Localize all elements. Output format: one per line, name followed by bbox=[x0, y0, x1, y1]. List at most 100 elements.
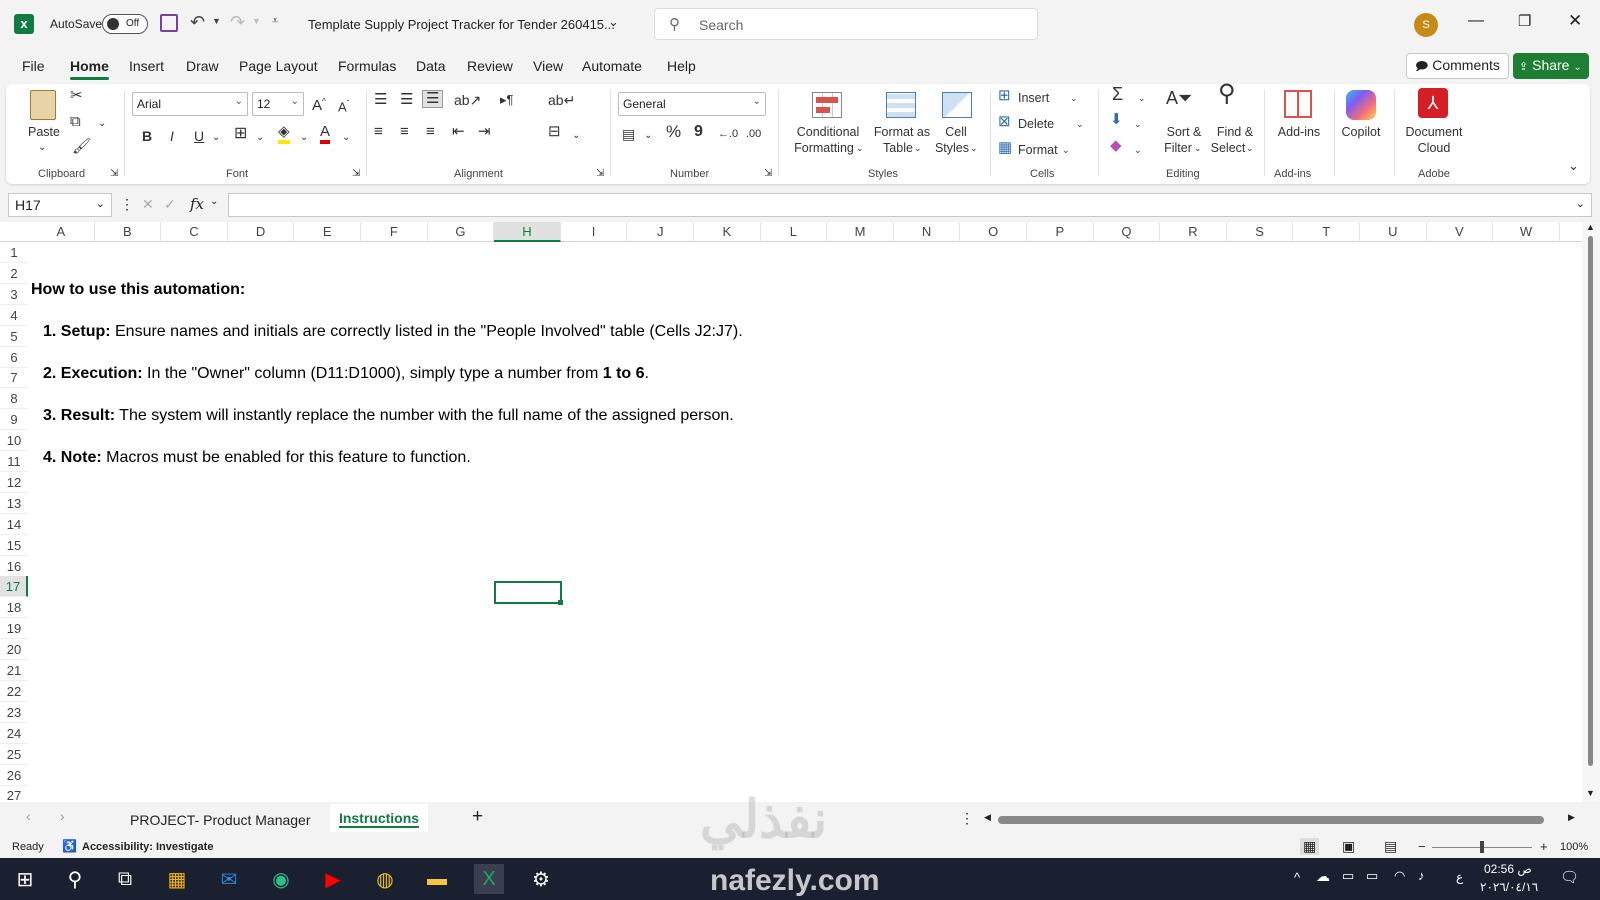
confirm-entry-icon[interactable]: ✓ bbox=[164, 196, 176, 213]
row-header-25[interactable]: 25 bbox=[0, 744, 28, 765]
tab-file[interactable]: File bbox=[22, 58, 45, 74]
column-header-e[interactable]: E bbox=[294, 222, 361, 242]
copy-chevron-icon[interactable]: ⌄ bbox=[98, 116, 106, 132]
increase-font-icon[interactable]: A^ bbox=[312, 94, 326, 114]
tab-review[interactable]: Review bbox=[467, 58, 513, 74]
windows-start-icon[interactable]: ⊞ bbox=[10, 864, 40, 894]
find-select-label-1[interactable]: Find & bbox=[1210, 124, 1260, 140]
row-header-3[interactable]: 3 bbox=[0, 284, 28, 305]
close-icon[interactable]: ✕ bbox=[1568, 11, 1582, 31]
paste-icon[interactable] bbox=[30, 90, 56, 120]
fx-chevron-icon[interactable]: ⌄ bbox=[210, 196, 218, 207]
paste-chevron-icon[interactable]: ⌄ bbox=[38, 140, 46, 156]
sort-filter-label-2[interactable]: Filter bbox=[1158, 140, 1198, 156]
column-header-m[interactable]: M bbox=[827, 222, 894, 242]
worksheet-grid[interactable]: ABCDEFGHIJKLMNOPQRSTUVW 1 2 3 4 5 6 7 8 9 10 11 12 1… bbox=[0, 222, 1600, 802]
fill-handle[interactable] bbox=[558, 600, 563, 605]
font-name-select[interactable]: Arial ⌄ bbox=[132, 92, 248, 116]
merge-chevron-icon[interactable]: ⌄ bbox=[572, 128, 580, 144]
sheet-options-icon[interactable]: ⋮ bbox=[960, 810, 974, 827]
cell-styles-label-1[interactable]: Cell bbox=[936, 124, 976, 140]
collapse-ribbon-icon[interactable]: ⌄ bbox=[1568, 158, 1579, 174]
column-header-o[interactable]: O bbox=[960, 222, 1027, 242]
wrap-text-icon[interactable]: ab↵ bbox=[548, 92, 575, 108]
row-header-13[interactable]: 13 bbox=[0, 493, 28, 514]
name-box[interactable]: H17 ⌄ bbox=[8, 193, 112, 217]
cell-styles-label-2[interactable]: Styles bbox=[932, 140, 972, 156]
page-layout-view-icon[interactable]: ▣ bbox=[1342, 838, 1355, 855]
row-header-18[interactable]: 18 bbox=[0, 597, 28, 619]
taskbar-date[interactable]: ٢٠٢٦/٠٤/١٦ bbox=[1480, 880, 1538, 894]
adobe-pdf-icon[interactable]: ⅄ bbox=[1418, 88, 1448, 118]
addins-icon[interactable] bbox=[1284, 90, 1312, 118]
autosave-toggle[interactable]: Off bbox=[102, 14, 148, 34]
clear-icon[interactable]: ◆ bbox=[1110, 138, 1122, 154]
increase-decimal-icon[interactable]: ←.0 bbox=[718, 126, 738, 142]
decrease-decimal-icon[interactable]: .00 bbox=[746, 126, 761, 142]
row-header-12[interactable]: 12 bbox=[0, 472, 28, 493]
document-cloud-label-1[interactable]: Document bbox=[1404, 124, 1464, 140]
cancel-entry-icon[interactable]: ✕ bbox=[142, 196, 154, 213]
font-size-select[interactable]: 12 ⌄ bbox=[252, 92, 304, 116]
youtube-icon[interactable]: ▶ bbox=[318, 864, 348, 894]
meet-icon[interactable]: ▭ bbox=[1342, 868, 1354, 884]
column-header-n[interactable]: N bbox=[894, 222, 961, 242]
align-bottom-icon[interactable]: ☰ bbox=[422, 90, 444, 108]
tray-chevron-icon[interactable]: ^ bbox=[1294, 870, 1300, 885]
percent-button[interactable]: % bbox=[666, 123, 681, 140]
row-header-22[interactable]: 22 bbox=[0, 681, 28, 702]
row-header-17[interactable]: 17 bbox=[0, 576, 28, 598]
row-header-10[interactable]: 10 bbox=[0, 430, 28, 452]
row-header-8[interactable]: 8 bbox=[0, 388, 28, 410]
file-explorer-icon[interactable]: ▬ bbox=[422, 864, 452, 894]
column-header-t[interactable]: T bbox=[1293, 222, 1360, 242]
underline-chevron-icon[interactable]: ⌄ bbox=[212, 130, 220, 146]
battery-icon[interactable]: ▭ bbox=[1366, 868, 1378, 884]
cell-styles-chevron-icon[interactable]: ⌄ bbox=[970, 140, 978, 156]
decrease-indent-icon[interactable]: ⇤ bbox=[452, 124, 465, 140]
undo-dropdown-icon[interactable]: ▼ bbox=[212, 16, 221, 26]
redo-dropdown-icon[interactable]: ▼ bbox=[252, 16, 261, 26]
share-button[interactable]: ⇪ Share ⌄ bbox=[1513, 53, 1589, 79]
number-format-select[interactable]: General ⌄ bbox=[618, 92, 766, 116]
copy-icon[interactable]: ⧉ bbox=[70, 114, 81, 130]
zoom-level[interactable]: 100% bbox=[1560, 841, 1588, 853]
restore-icon[interactable]: ❐ bbox=[1518, 12, 1531, 30]
format-as-table-icon[interactable] bbox=[886, 92, 916, 118]
tab-help[interactable]: Help bbox=[667, 58, 696, 74]
taskbar-search-icon[interactable]: ⚲ bbox=[60, 864, 90, 894]
sort-filter-label-1[interactable]: Sort & bbox=[1162, 124, 1206, 140]
tab-view[interactable]: View bbox=[533, 58, 563, 74]
row-header-7[interactable]: 7 bbox=[0, 367, 28, 389]
find-select-label-2[interactable]: Select bbox=[1206, 140, 1250, 156]
sheet-tab-project[interactable]: PROJECT- Product Manager bbox=[130, 812, 311, 828]
find-select-icon[interactable]: ⚲ bbox=[1218, 82, 1236, 106]
tab-page-layout[interactable]: Page Layout bbox=[239, 58, 318, 74]
clipboard-launcher-icon[interactable]: ⇲ bbox=[110, 166, 118, 182]
chrome-icon[interactable]: ◍ bbox=[370, 864, 400, 894]
row-header-11[interactable]: 11 bbox=[0, 451, 28, 472]
insert-chevron-icon[interactable]: ⌄ bbox=[1070, 90, 1078, 106]
accessibility-status[interactable]: Accessibility: Investigate bbox=[82, 841, 213, 853]
decrease-font-icon[interactable]: Aˇ bbox=[338, 96, 349, 115]
format-as-table-label-1[interactable]: Format as bbox=[872, 124, 932, 140]
vertical-scrollbar[interactable]: ▲ ▼ bbox=[1582, 222, 1600, 802]
column-header-f[interactable]: F bbox=[361, 222, 428, 242]
vertical-scroll-thumb[interactable] bbox=[1588, 236, 1593, 766]
row-header-16[interactable]: 16 bbox=[0, 556, 28, 577]
conditional-formatting-icon[interactable] bbox=[812, 92, 842, 118]
format-cells-icon[interactable]: ▦ bbox=[998, 140, 1012, 156]
column-header-h[interactable]: H bbox=[494, 222, 561, 242]
tab-automate[interactable]: Automate bbox=[582, 58, 642, 74]
mail-icon[interactable]: ✉ bbox=[214, 864, 244, 894]
normal-view-icon[interactable]: ▦ bbox=[1300, 838, 1320, 855]
row-header-19[interactable]: 19 bbox=[0, 618, 28, 640]
column-header-a[interactable]: A bbox=[28, 222, 95, 242]
autosum-chevron-icon[interactable]: ⌄ bbox=[1138, 90, 1146, 106]
fill-chevron-icon[interactable]: ⌄ bbox=[1134, 116, 1142, 132]
orientation-icon[interactable]: ab↗ bbox=[454, 92, 481, 108]
cell-styles-icon[interactable] bbox=[942, 92, 972, 118]
fill-color-chevron-icon[interactable]: ⌄ bbox=[300, 130, 308, 146]
column-header-b[interactable]: B bbox=[95, 222, 162, 242]
column-header-l[interactable]: L bbox=[761, 222, 828, 242]
